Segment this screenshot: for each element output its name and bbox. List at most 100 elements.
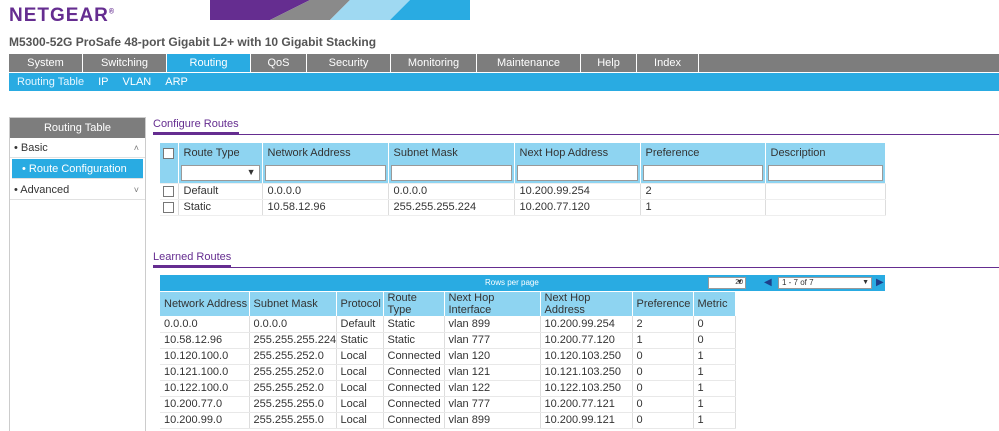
table-cell: 0 — [632, 348, 694, 365]
chevron-down-icon: ▼ — [736, 279, 743, 286]
column-header[interactable]: Route Type — [178, 143, 263, 163]
table-row: 0.0.0.0 0.0.0.0 Default Static vlan 899 10.20… — [160, 316, 736, 333]
sidebar-item-advanced[interactable]: • Advanced ˅ — [10, 180, 145, 200]
next-hop-address-input[interactable] — [516, 164, 638, 181]
tab-system[interactable]: System — [9, 54, 83, 72]
column-header[interactable]: Network Address — [160, 292, 250, 316]
subtab-ip[interactable]: IP — [98, 76, 108, 88]
column-header[interactable]: Network Address — [262, 143, 389, 163]
pagination-toolbar: Rows per page 20 ▼ ◀ 1 - 7 of 7 ▼ ▶ — [160, 275, 885, 291]
table-cell: 0 — [632, 364, 694, 381]
tab-index[interactable]: Index — [637, 54, 699, 72]
preference-input[interactable] — [642, 164, 763, 181]
table-cell: 0 — [632, 396, 694, 413]
table-cell: Static — [383, 316, 445, 333]
table-header-row: Network Address Subnet Mask Protocol Route … — [160, 292, 736, 316]
sidebar-item-route-configuration[interactable]: • Route Configuration — [12, 159, 143, 179]
column-header[interactable]: Metric — [693, 292, 736, 316]
section-divider — [153, 134, 999, 135]
table-cell: Connected — [383, 412, 445, 429]
table-cell: 255.255.255.224 — [249, 332, 337, 349]
subnet-mask-input[interactable] — [390, 164, 512, 181]
table-row: 10.121.100.0 255.255.252.0 Local Connected v… — [160, 364, 736, 381]
table-cell: vlan 777 — [444, 396, 541, 413]
table-cell: Connected — [383, 348, 445, 365]
table-cell: 255.255.255.0 — [249, 412, 337, 429]
section-divider — [153, 267, 999, 268]
table-row: 10.200.99.0 255.255.255.0 Local Connected vl… — [160, 412, 736, 429]
table-cell: 10.200.99.0 — [160, 412, 250, 429]
column-header[interactable]: Subnet Mask — [249, 292, 337, 316]
next-page-icon[interactable]: ▶ — [876, 277, 884, 288]
table-cell — [765, 199, 886, 216]
learned-routes-table: Network Address Subnet Mask Protocol Route … — [160, 292, 736, 429]
page-range-select[interactable]: 1 - 7 of 7 ▼ — [778, 277, 872, 289]
table-cell: 10.200.99.254 — [540, 316, 633, 333]
subtab-routing-table[interactable]: Routing Table — [17, 76, 84, 88]
sidebar-item-basic[interactable]: • Basic ˄ — [10, 138, 145, 158]
subtab-arp[interactable]: ARP — [165, 76, 188, 88]
tab-monitoring[interactable]: Monitoring — [391, 54, 477, 72]
header-banner-graphic — [210, 0, 470, 20]
table-cell: 0.0.0.0 — [388, 183, 515, 200]
rows-per-page-label: Rows per page — [485, 278, 539, 287]
column-header[interactable]: Route Type — [383, 292, 445, 316]
table-cell: 255.255.255.224 — [388, 199, 515, 216]
table-cell: 2 — [632, 316, 694, 333]
table-header-row: Route Type Network Address Subnet Mask N… — [160, 143, 886, 163]
section-title-learned-routes: Learned Routes — [153, 251, 232, 267]
column-header[interactable]: Protocol — [336, 292, 384, 316]
row-checkbox[interactable] — [163, 185, 174, 197]
column-header[interactable]: Preference — [640, 143, 766, 163]
table-row[interactable]: Default 0.0.0.0 0.0.0.0 10.200.99.254 2 — [160, 183, 886, 200]
table-cell: Static — [383, 332, 445, 349]
tab-maintenance[interactable]: Maintenance — [477, 54, 581, 72]
chevron-up-icon[interactable]: ˄ — [134, 138, 139, 158]
description-input[interactable] — [767, 164, 883, 181]
table-cell: 10.58.12.96 — [262, 199, 389, 216]
previous-page-icon[interactable]: ◀ — [764, 277, 772, 288]
table-cell: 10.200.99.254 — [514, 183, 641, 200]
table-cell: vlan 120 — [444, 348, 541, 365]
table-cell — [765, 183, 886, 200]
column-header[interactable]: Description — [765, 143, 886, 163]
table-cell: Default — [178, 183, 263, 200]
network-address-input[interactable] — [264, 164, 386, 181]
tab-switching[interactable]: Switching — [83, 54, 167, 72]
tab-routing[interactable]: Routing — [167, 54, 251, 72]
table-cell: 10.120.103.250 — [540, 348, 633, 365]
section-title-configure-routes: Configure Routes — [153, 118, 239, 134]
sub-menu: Routing Table IP VLAN ARP — [9, 73, 999, 91]
column-header[interactable]: Next Hop Address — [514, 143, 641, 163]
tab-qos[interactable]: QoS — [251, 54, 307, 72]
column-header[interactable]: Next Hop Address — [540, 292, 633, 316]
column-header[interactable]: Subnet Mask — [388, 143, 515, 163]
table-cell: 0.0.0.0 — [249, 316, 337, 333]
chevron-down-icon[interactable]: ˅ — [134, 180, 139, 200]
table-row: 10.200.77.0 255.255.255.0 Local Connected vl… — [160, 396, 736, 413]
table-cell: Local — [336, 380, 384, 397]
table-row[interactable]: Static 10.58.12.96 255.255.255.224 10.200.7… — [160, 199, 886, 216]
table-row: 10.120.100.0 255.255.252.0 Local Connected v… — [160, 348, 736, 365]
subtab-vlan[interactable]: VLAN — [122, 76, 151, 88]
table-cell: vlan 121 — [444, 364, 541, 381]
column-header[interactable]: Preference — [632, 292, 694, 316]
route-type-select[interactable]: ▼ — [180, 164, 260, 181]
table-cell: vlan 122 — [444, 380, 541, 397]
select-all-checkbox[interactable] — [163, 147, 174, 159]
row-checkbox[interactable] — [163, 201, 174, 213]
table-cell: 1 — [693, 380, 736, 397]
tab-security[interactable]: Security — [307, 54, 391, 72]
column-header[interactable]: Next Hop Interface — [444, 292, 541, 316]
tab-help[interactable]: Help — [581, 54, 637, 72]
rows-per-page-select[interactable]: 20 ▼ — [708, 277, 746, 289]
table-cell: 1 — [632, 332, 694, 349]
chevron-down-icon: ▼ — [246, 166, 256, 177]
table-cell: 255.255.255.0 — [249, 396, 337, 413]
table-cell: 10.200.99.121 — [540, 412, 633, 429]
table-cell: 1 — [693, 412, 736, 429]
sidebar-title: Routing Table — [10, 118, 145, 138]
table-cell: 10.200.77.121 — [540, 396, 633, 413]
table-cell: 0 — [632, 412, 694, 429]
table-cell: 255.255.252.0 — [249, 380, 337, 397]
